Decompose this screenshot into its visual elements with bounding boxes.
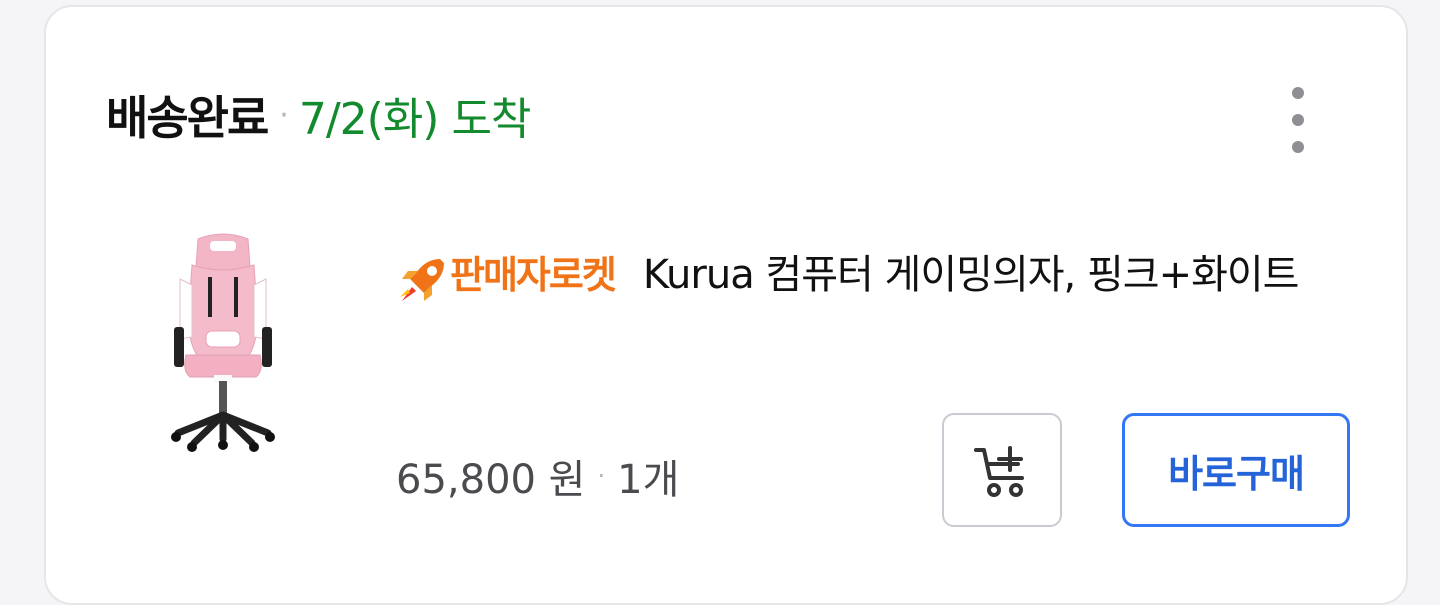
price-separator: · (597, 462, 606, 490)
product-name: Kurua 컴퓨터 게이밍의자, 핑크+화이트 (642, 252, 1300, 298)
buy-now-button[interactable]: 바로구매 (1122, 413, 1350, 527)
product-thumbnail[interactable] (158, 227, 288, 457)
arrival-date: 7/2(화) 도착 (298, 94, 532, 145)
add-to-cart-button[interactable] (942, 413, 1062, 527)
seller-rocket-badge: 판매자로켓 (396, 237, 617, 313)
price-quantity-row: 65,800 원 · 1개 (396, 447, 679, 505)
more-options-button[interactable] (1280, 87, 1316, 153)
more-vertical-icon (1292, 87, 1304, 99)
product-quantity: 1개 (617, 457, 680, 503)
add-to-cart-icon (974, 446, 1024, 497)
header-separator: · (279, 97, 289, 133)
order-card: 배송완료 · 7/2(화) 도착 판매자로켓 Kurua 컴퓨터 게이밍의자, … (44, 5, 1408, 605)
product-price: 65,800 원 (396, 457, 586, 503)
product-title[interactable]: 판매자로켓 Kurua 컴퓨터 게이밍의자, 핑크+화이트 (396, 237, 1316, 313)
seller-rocket-label: 판매자로켓 (450, 253, 617, 297)
delivery-status: 배송완료 (106, 91, 269, 145)
rocket-icon (400, 259, 444, 301)
order-header: 배송완료 · 7/2(화) 도착 (106, 85, 532, 145)
